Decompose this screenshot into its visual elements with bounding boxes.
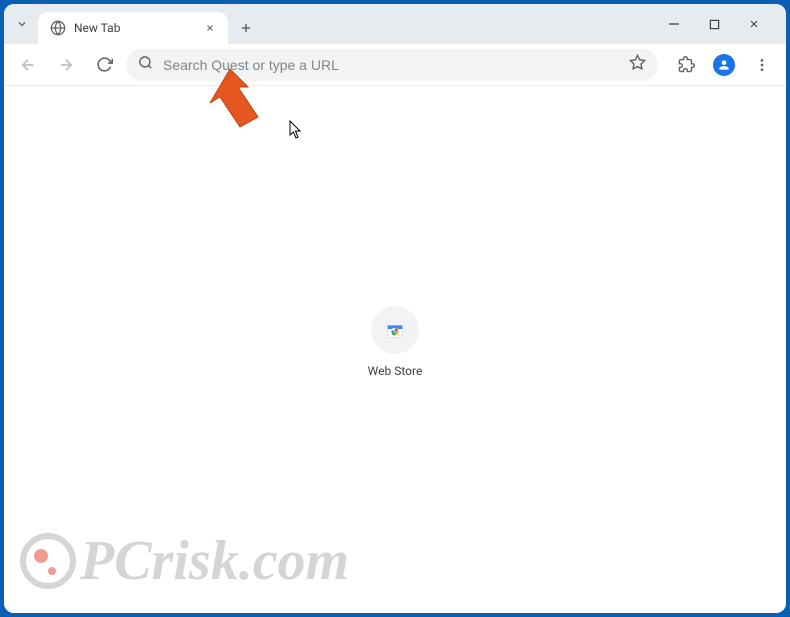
maximize-icon bbox=[709, 19, 720, 30]
close-window-button[interactable] bbox=[740, 10, 768, 38]
page-content: Web Store bbox=[4, 86, 786, 613]
close-icon bbox=[748, 18, 760, 30]
new-tab-button[interactable] bbox=[232, 14, 260, 42]
shortcut-label: Web Store bbox=[368, 364, 423, 378]
browser-tab[interactable]: New Tab bbox=[38, 12, 228, 44]
forward-button[interactable] bbox=[50, 49, 82, 81]
menu-button[interactable] bbox=[746, 49, 778, 81]
close-icon bbox=[205, 23, 215, 33]
tab-title: New Tab bbox=[74, 21, 194, 35]
extensions-button[interactable] bbox=[670, 49, 702, 81]
extensions-icon bbox=[678, 56, 695, 73]
chevron-down-icon bbox=[16, 18, 28, 30]
plus-icon bbox=[239, 21, 253, 35]
browser-window: New Tab bbox=[4, 4, 786, 613]
arrow-left-icon bbox=[19, 56, 37, 74]
dots-vertical-icon bbox=[754, 57, 770, 73]
back-button[interactable] bbox=[12, 49, 44, 81]
maximize-button[interactable] bbox=[700, 10, 728, 38]
reload-button[interactable] bbox=[88, 49, 120, 81]
bookmark-button[interactable] bbox=[629, 54, 646, 75]
search-icon bbox=[138, 55, 153, 74]
profile-avatar bbox=[713, 54, 735, 76]
minimize-button[interactable] bbox=[660, 10, 688, 38]
web-store-shortcut[interactable]: Web Store bbox=[368, 306, 423, 378]
tabs-dropdown-button[interactable] bbox=[10, 12, 34, 36]
minimize-icon bbox=[668, 18, 680, 30]
person-icon bbox=[717, 58, 731, 72]
star-icon bbox=[629, 54, 646, 71]
omnibox[interactable] bbox=[126, 49, 658, 81]
web-store-icon bbox=[384, 319, 406, 341]
toolbar-right bbox=[664, 49, 778, 81]
arrow-right-icon bbox=[57, 56, 75, 74]
window-controls bbox=[660, 10, 780, 38]
reload-icon bbox=[96, 56, 113, 73]
titlebar: New Tab bbox=[4, 4, 786, 44]
toolbar bbox=[4, 44, 786, 86]
tab-close-button[interactable] bbox=[202, 20, 218, 36]
address-input[interactable] bbox=[163, 57, 619, 73]
globe-icon bbox=[50, 20, 66, 36]
profile-button[interactable] bbox=[708, 49, 740, 81]
shortcut-circle bbox=[371, 306, 419, 354]
